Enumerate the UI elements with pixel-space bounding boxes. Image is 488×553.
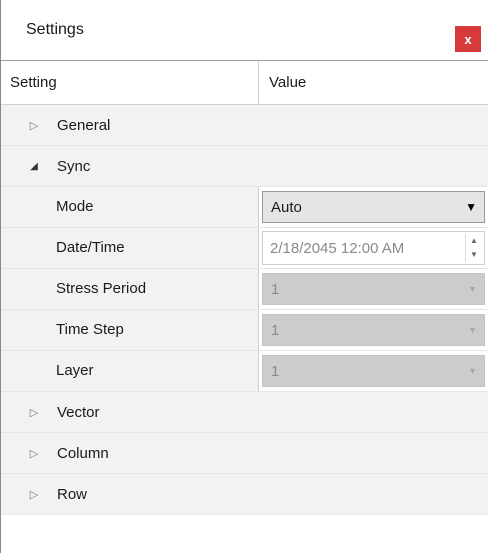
property-row-time-step: Time Step 1 ▼	[1, 310, 488, 351]
chevron-right-icon[interactable]: ▷	[26, 447, 42, 460]
caret-down-icon: ▼	[468, 325, 477, 335]
grid-header: Setting Value	[1, 61, 488, 105]
property-row-datetime: Date/Time 2/18/2045 12:00 AM ▲ ▼	[1, 228, 488, 269]
column-header-value[interactable]: Value	[259, 61, 488, 104]
category-label: Row	[57, 485, 88, 503]
layer-dropdown[interactable]: 1 ▼	[262, 355, 485, 387]
spin-up-icon[interactable]: ▲	[466, 234, 482, 248]
category-label: Column	[57, 444, 109, 462]
triangle-down-icon[interactable]: ◢	[26, 161, 42, 172]
datetime-value: 2/18/2045 12:00 AM	[270, 239, 405, 257]
mode-dropdown[interactable]: Auto ▼	[262, 191, 485, 223]
datetime-spinner[interactable]: ▲ ▼	[465, 234, 482, 262]
close-button[interactable]: x	[455, 26, 481, 52]
time-step-dropdown[interactable]: 1 ▼	[262, 314, 485, 346]
property-name: Layer	[1, 351, 259, 391]
category-general[interactable]: ▷ General	[1, 105, 488, 146]
category-vector[interactable]: ▷ Vector	[1, 392, 488, 433]
category-label: Vector	[57, 403, 100, 421]
category-label: General	[57, 116, 111, 134]
datetime-field[interactable]: 2/18/2045 12:00 AM ▲ ▼	[262, 231, 485, 265]
property-row-stress-period: Stress Period 1 ▼	[1, 269, 488, 310]
close-icon: x	[464, 31, 472, 47]
caret-down-icon[interactable]: ▼	[465, 200, 477, 214]
title-bar: Settings x	[1, 0, 488, 61]
settings-panel: Settings x Setting Value ▷ General ◢ Syn…	[0, 0, 488, 553]
category-row[interactable]: ▷ Row	[1, 474, 488, 515]
time-step-value: 1	[271, 321, 280, 339]
chevron-right-icon[interactable]: ▷	[26, 406, 42, 419]
panel-title: Settings	[26, 21, 84, 38]
spin-down-icon[interactable]: ▼	[466, 248, 482, 262]
property-name: Mode	[1, 187, 259, 227]
category-label: Sync	[57, 157, 91, 175]
category-column[interactable]: ▷ Column	[1, 433, 488, 474]
column-header-setting[interactable]: Setting	[1, 61, 259, 104]
layer-value: 1	[271, 362, 280, 380]
stress-period-value: 1	[271, 280, 280, 298]
chevron-right-icon[interactable]: ▷	[26, 488, 42, 501]
property-name: Date/Time	[1, 228, 259, 268]
property-name: Time Step	[1, 310, 259, 350]
chevron-right-icon[interactable]: ▷	[26, 119, 42, 132]
mode-value: Auto	[271, 198, 302, 216]
category-sync[interactable]: ◢ Sync	[1, 146, 488, 187]
caret-down-icon: ▼	[468, 366, 477, 376]
caret-down-icon: ▼	[468, 284, 477, 294]
stress-period-dropdown[interactable]: 1 ▼	[262, 273, 485, 305]
property-row-layer: Layer 1 ▼	[1, 351, 488, 392]
property-row-mode: Mode Auto ▼	[1, 187, 488, 228]
property-name: Stress Period	[1, 269, 259, 309]
